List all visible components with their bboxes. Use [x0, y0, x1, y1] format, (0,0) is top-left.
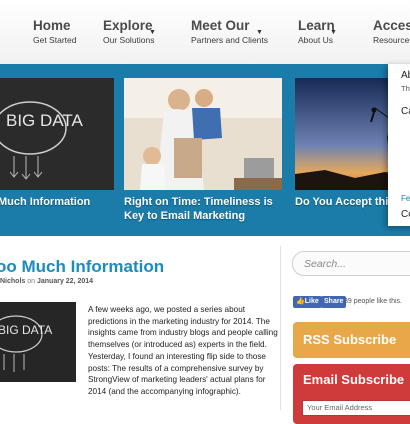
featured-thumbnail-family[interactable] [124, 78, 282, 190]
post-author[interactable]: Nichols [0, 278, 25, 285]
search-placeholder: Search... [304, 258, 347, 270]
nav-meet-our-subtitle: Partners and Clients [191, 35, 269, 45]
post-thumbnail-big-data[interactable]: BIG DATA [0, 302, 76, 382]
facebook-like-label: Like [304, 298, 319, 305]
chalkboard-big-data-image: BIG DATA [0, 302, 76, 382]
nav-explore-title: Explore [103, 18, 153, 33]
nav-home[interactable]: Home Get Started [33, 18, 76, 46]
featured-posts-band: BIG DATA Much Information Right on Time:… [0, 64, 410, 236]
search-input[interactable]: Search... [292, 251, 410, 276]
email-subscribe-label: Email Subscribe [303, 372, 405, 387]
email-placeholder: Your Email Address [307, 403, 373, 412]
facebook-like-count: 39 people like this. [344, 298, 402, 305]
post-meta-separator: on [27, 278, 37, 285]
facebook-share-label: Share [324, 298, 344, 305]
family-photo-image [124, 78, 282, 190]
content-divider [280, 246, 281, 410]
featured-caption-1[interactable]: Much Information [0, 195, 118, 209]
post-thumb-text: BIG DATA [0, 323, 52, 337]
post-meta: Nichols on January 22, 2014 [0, 278, 93, 285]
featured-caption-2[interactable]: Right on Time: Timeliness is Key to Emai… [124, 195, 284, 223]
top-navigation: Home Get Started Explore Our Solutions ▼… [0, 0, 410, 65]
nav-access[interactable]: Access Resources [373, 18, 410, 46]
dropdown-item-1[interactable]: Ab [401, 70, 410, 81]
nav-explore-subtitle: Our Solutions [103, 35, 155, 45]
nav-access-title: Access [373, 18, 410, 33]
dropdown-section-label: Fea [401, 194, 410, 203]
dropdown-item-2[interactable]: Ca [401, 106, 410, 117]
nav-home-subtitle: Get Started [33, 35, 77, 45]
dropdown-item-3[interactable]: Co [401, 209, 410, 220]
facebook-like-button[interactable]: 👍Like [293, 296, 322, 308]
chalk-text-big: BIG DATA [6, 111, 83, 130]
featured-caption-3[interactable]: Do You Accept this Ch [295, 195, 410, 209]
nav-learn-subtitle: About Us [298, 35, 333, 45]
email-subscribe-widget: Email Subscribe Your Email Address [293, 364, 410, 424]
dropdown-item-1-desc: The [401, 84, 410, 93]
chevron-down-icon[interactable]: ▼ [256, 29, 263, 36]
post-date: January 22, 2014 [36, 278, 94, 285]
nav-access-subtitle: Resources [373, 35, 410, 45]
chevron-down-icon[interactable]: ▼ [149, 29, 156, 36]
featured-thumbnail-big-data[interactable]: BIG DATA [0, 78, 114, 190]
rss-subscribe-label: RSS Subscribe [303, 332, 397, 347]
nav-home-title: Home [33, 18, 71, 33]
post-excerpt: A few weeks ago, we posted a series abou… [88, 305, 278, 396]
email-field[interactable]: Your Email Address [302, 400, 410, 416]
nav-explore[interactable]: Explore Our Solutions [103, 18, 155, 46]
facebook-share-button[interactable]: Share [321, 296, 347, 308]
post-title[interactable]: oo Much Information [0, 257, 164, 277]
facebook-thumb-icon: 👍 [296, 298, 305, 305]
chevron-down-icon[interactable]: ▼ [330, 29, 337, 36]
rss-subscribe-widget[interactable]: RSS Subscribe [293, 322, 410, 358]
access-resources-dropdown: Ab The Ca Fea Co [388, 64, 410, 226]
chalkboard-big-data-image: BIG DATA [0, 78, 114, 190]
